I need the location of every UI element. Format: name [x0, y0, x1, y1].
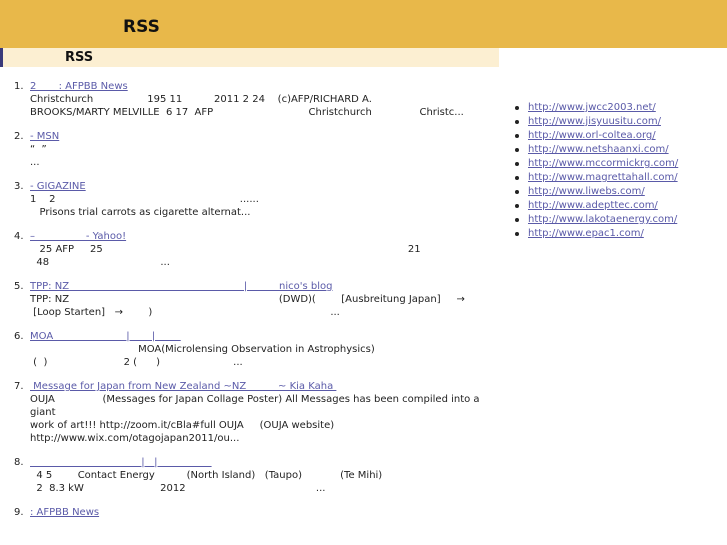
feed-item: 4. – - Yahoo! 25 AFP 25 21 48 ... [14, 230, 504, 269]
feed-item-excerpt: work of art!!! http://zoom.it/cBla#full … [30, 420, 335, 431]
bullet-icon [515, 120, 519, 124]
bullet-icon [515, 148, 519, 152]
feed-item-excerpt: http://www.wix.com/otagojapan2011/ou... [30, 433, 240, 444]
feed-item: 2. - MSN “ ”... [14, 130, 504, 169]
feed-item-number: 2. [14, 131, 24, 142]
rss-feed-list: 1. 2 : AFPBB News Christchurch 195 11 2011… [14, 80, 504, 530]
feed-item-number: 8. [14, 457, 24, 468]
sidebar-link-item: http://www.netshaanxi.com/ [513, 143, 723, 157]
feed-item-link[interactable]: Message for Japan from New Zealand ~NZ ~… [30, 381, 336, 392]
sidebar-link[interactable]: http://www.epac1.com/ [528, 228, 644, 239]
sidebar-link-item: http://www.jisyuusitu.com/ [513, 115, 723, 129]
bullet-icon [515, 204, 519, 208]
bullet-icon [515, 176, 519, 180]
sidebar-link-list: http://www.jwcc2003.net/http://www.jisyu… [513, 101, 723, 241]
feed-item: 7. Message for Japan from New Zealand ~N… [14, 380, 504, 445]
feed-item-link[interactable]: : AFPBB News [30, 507, 99, 518]
sidebar-link-item: http://www.mccormickrg.com/ [513, 157, 723, 171]
feed-item-excerpt: ... [30, 157, 40, 168]
feed-item-excerpt: 48 ... [30, 257, 170, 268]
feed-item-number: 9. [14, 507, 24, 518]
feed-item-excerpt: BROOKS/MARTY MELVILLE 6 17 AFP Christchu… [30, 107, 464, 118]
feed-item-number: 4. [14, 231, 24, 242]
sidebar-link[interactable]: http://www.liwebs.com/ [528, 186, 645, 197]
feed-item-link[interactable]: – - Yahoo! [30, 231, 126, 242]
bullet-icon [515, 106, 519, 110]
feed-item-excerpt: MOA(Microlensing Observation in Astrophy… [30, 344, 375, 355]
feed-item-link[interactable]: - GIGAZINE [30, 181, 86, 192]
feed-item-link[interactable]: 2 : AFPBB News [30, 81, 128, 92]
bullet-icon [515, 218, 519, 222]
feed-item-link[interactable]: | | [30, 457, 212, 468]
sidebar-link[interactable]: http://www.lakotaenergy.com/ [528, 214, 677, 225]
feed-item: 9. : AFPBB News [14, 506, 504, 519]
sidebar-link-item: http://www.magrettahall.com/ [513, 171, 723, 185]
feed-item-excerpt: 25 AFP 25 21 [30, 244, 421, 255]
bullet-icon [515, 134, 519, 138]
feed-item: 3. - GIGAZINE 1 2 ...... Prisons trial car… [14, 180, 504, 219]
feed-item-excerpt: “ ” [30, 144, 47, 155]
sidebar-link[interactable]: http://www.netshaanxi.com/ [528, 144, 669, 155]
sidebar-link[interactable]: http://www.orl-coltea.org/ [528, 130, 656, 141]
feed-item-excerpt: 4 5 Contact Energy (North Island) (Taupo… [30, 470, 383, 481]
feed-item-excerpt: 2 8.3 kW 2012 ... [30, 483, 326, 494]
feed-item: 5. TPP: NZ | nico's blog TPP: NZ (DWD)( [A… [14, 280, 504, 319]
feed-item-number: 3. [14, 181, 24, 192]
section-title: RSS [65, 50, 94, 65]
feed-item: 6. MOA | | MOA(Microlensing Observation i… [14, 330, 504, 369]
feed-item-excerpt: ( ) 2 ( ) ... [30, 357, 243, 368]
feed-item-excerpt: OUJA (Messages for Japan Collage Poster)… [30, 394, 483, 418]
bullet-icon [515, 232, 519, 236]
feed-item-excerpt: 1 2 ...... [30, 194, 259, 205]
feed-item-link[interactable]: - MSN [30, 131, 59, 142]
bullet-icon [515, 190, 519, 194]
sidebar-link[interactable]: http://www.magrettahall.com/ [528, 172, 678, 183]
sidebar-link[interactable]: http://www.mccormickrg.com/ [528, 158, 678, 169]
sidebar: http://www.jwcc2003.net/http://www.jisyu… [513, 101, 723, 241]
feed-item-number: 5. [14, 281, 24, 292]
sidebar-link-item: http://www.epac1.com/ [513, 227, 723, 241]
feed-item-number: 7. [14, 381, 24, 392]
sidebar-link[interactable]: http://www.jisyuusitu.com/ [528, 116, 661, 127]
feed-item-number: 6. [14, 331, 24, 342]
feed-item-link[interactable]: TPP: NZ | nico's blog [30, 281, 333, 292]
bullet-icon [515, 162, 519, 166]
site-header: RSS [0, 0, 727, 48]
section-header: RSS [0, 48, 499, 67]
sidebar-link[interactable]: http://www.jwcc2003.net/ [528, 102, 656, 113]
sidebar-link-item: http://www.adepttec.com/ [513, 199, 723, 213]
sidebar-link-item: http://www.liwebs.com/ [513, 185, 723, 199]
feed-item-number: 1. [14, 81, 24, 92]
feed-item-excerpt: [Loop Starten] → ) ... [30, 307, 340, 318]
feed-item-excerpt: Prisons trial carrots as cigarette alter… [30, 207, 251, 218]
sidebar-link[interactable]: http://www.adepttec.com/ [528, 200, 658, 211]
feed-item-excerpt: TPP: NZ (DWD)( [Ausbreitung Japan] → [30, 294, 465, 305]
feed-item: 8. | | 4 5 Contact Energy (North Island)… [14, 456, 504, 495]
section-accent-bar [0, 48, 3, 67]
sidebar-link-item: http://www.lakotaenergy.com/ [513, 213, 723, 227]
site-title: RSS [123, 17, 160, 37]
feed-item: 1. 2 : AFPBB News Christchurch 195 11 2011… [14, 80, 504, 119]
feed-item-excerpt: Christchurch 195 11 2011 2 24 (c)AFP/RIC… [30, 94, 372, 105]
sidebar-link-item: http://www.jwcc2003.net/ [513, 101, 723, 115]
feed-item-link[interactable]: MOA | | [30, 331, 181, 342]
sidebar-link-item: http://www.orl-coltea.org/ [513, 129, 723, 143]
